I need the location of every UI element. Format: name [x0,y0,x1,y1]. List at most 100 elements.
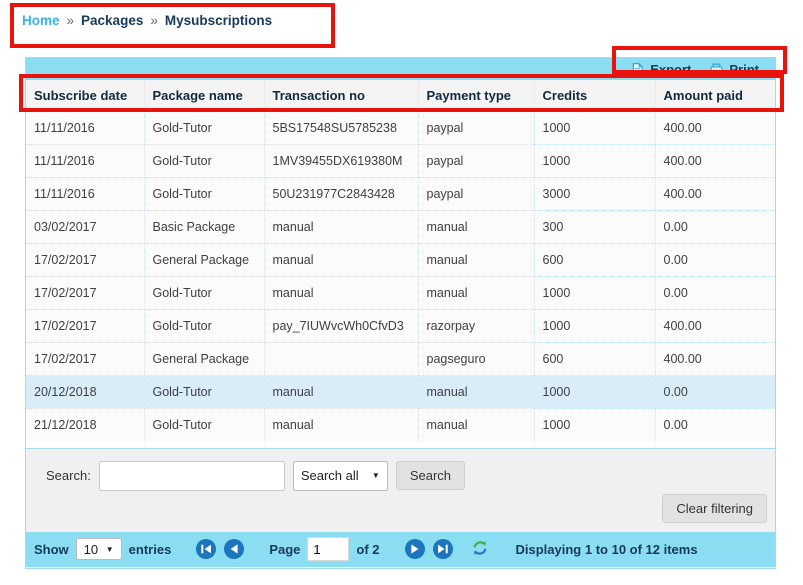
last-page-button[interactable] [432,538,454,560]
col-transaction-no[interactable]: Transaction no [264,80,418,112]
show-label: Show [34,542,69,557]
table-cell: 600 [534,343,655,376]
table-cell: 400.00 [655,112,775,145]
export-button[interactable]: Export [630,62,691,77]
col-subscribe-date[interactable]: Subscribe date [26,80,144,112]
table-row[interactable]: 21/12/2018Gold-Tutormanualmanual10000.00 [26,409,775,442]
table-cell: 1000 [534,145,655,178]
clear-filtering-button[interactable]: Clear filtering [662,494,767,523]
table-cell: manual [264,376,418,409]
table-cell: manual [418,244,534,277]
col-package-name[interactable]: Package name [144,80,264,112]
breadcrumb-home-link[interactable]: Home [22,13,60,28]
table-cell: 03/02/2017 [26,211,144,244]
table-row[interactable]: 17/02/2017General Package pagseguro600400… [26,343,775,376]
table-cell: 11/11/2016 [26,178,144,211]
breadcrumb-separator: » [150,13,158,28]
of-total-pages-label: of 2 [356,542,379,557]
table-cell: 0.00 [655,409,775,442]
table-cell: Gold-Tutor [144,409,264,442]
col-amount-paid[interactable]: Amount paid [655,80,775,112]
printer-icon [709,62,724,77]
table-cell: 17/02/2017 [26,343,144,376]
table-header: Subscribe date Package name Transaction … [26,80,775,112]
table-cell: pay_7IUWvcWh0CfvD3 [264,310,418,343]
previous-page-button[interactable] [223,538,245,560]
table-cell: 1000 [534,112,655,145]
table-cell: 0.00 [655,244,775,277]
table-cell: 11/11/2016 [26,145,144,178]
table-cell: 1000 [534,310,655,343]
table-row[interactable]: 11/11/2016Gold-Tutor1MV39455DX619380Mpay… [26,145,775,178]
table-body: 11/11/2016Gold-Tutor5BS17548SU5785238pay… [26,112,775,442]
table-row[interactable]: 17/02/2017General Packagemanualmanual600… [26,244,775,277]
first-page-button[interactable] [195,538,217,560]
table-cell: Gold-Tutor [144,376,264,409]
table-cell: Gold-Tutor [144,178,264,211]
table-row[interactable]: 03/02/2017Basic Packagemanualmanual3000.… [26,211,775,244]
table-cell: 21/12/2018 [26,409,144,442]
next-page-button[interactable] [404,538,426,560]
table-cell: Basic Package [144,211,264,244]
my-subscriptions-page: Home»Packages»Mysubscriptions Export Pri… [0,0,803,585]
table-cell: General Package [144,343,264,376]
table-toolbar: Export Print [26,58,775,80]
table-cell: 20/12/2018 [26,376,144,409]
col-payment-type[interactable]: Payment type [418,80,534,112]
table-cell: Gold-Tutor [144,112,264,145]
table-cell: manual [264,277,418,310]
table-cell: 0.00 [655,277,775,310]
breadcrumb-separator: » [67,13,75,28]
table-cell: manual [264,244,418,277]
refresh-button[interactable] [470,538,492,560]
table-row[interactable]: 11/11/2016Gold-Tutor5BS17548SU5785238pay… [26,112,775,145]
table-cell: 400.00 [655,310,775,343]
print-button[interactable]: Print [709,62,759,77]
table-cell: manual [418,376,534,409]
table-cell: 17/02/2017 [26,277,144,310]
table-cell: paypal [418,178,534,211]
breadcrumb-packages-link[interactable]: Packages [81,13,143,28]
table-cell: 3000 [534,178,655,211]
entries-per-page-select[interactable]: 10 ▼ [76,538,122,560]
table-cell: 0.00 [655,211,775,244]
col-credits[interactable]: Credits [534,80,655,112]
table-cell: paypal [418,112,534,145]
table-cell: Gold-Tutor [144,310,264,343]
entries-label: entries [129,542,172,557]
table-cell: 11/11/2016 [26,112,144,145]
table-cell: manual [418,277,534,310]
table-cell: manual [418,409,534,442]
search-filter-select[interactable]: Search all ▼ [293,461,388,491]
table-row[interactable]: 20/12/2018Gold-Tutormanualmanual10000.00 [26,376,775,409]
search-input[interactable] [99,461,285,491]
subscriptions-table: Subscribe date Package name Transaction … [26,80,775,442]
table-cell: 0.00 [655,376,775,409]
table-cell: manual [264,211,418,244]
page-number-input[interactable] [307,537,349,561]
table-cell: Gold-Tutor [144,145,264,178]
table-cell: 1MV39455DX619380M [264,145,418,178]
search-row: Search: Search all ▼ Search [46,461,775,491]
table-cell: 600 [534,244,655,277]
table-cell: 17/02/2017 [26,244,144,277]
export-document-icon [630,62,645,77]
table-cell: 400.00 [655,145,775,178]
print-label: Print [729,62,759,77]
table-cell: General Package [144,244,264,277]
table-cell: manual [418,211,534,244]
search-button[interactable]: Search [396,461,465,490]
table-cell: 400.00 [655,343,775,376]
table-cell: 300 [534,211,655,244]
table-cell: pagseguro [418,343,534,376]
table-cell: 1000 [534,409,655,442]
table-row[interactable]: 17/02/2017Gold-Tutorpay_7IUWvcWh0CfvD3ra… [26,310,775,343]
table-row[interactable]: 17/02/2017Gold-Tutormanualmanual10000.00 [26,277,775,310]
search-filter-value: Search all [301,468,359,483]
entries-per-page-value: 10 [84,542,98,557]
page-label: Page [269,542,300,557]
table-cell: razorpay [418,310,534,343]
caret-down-icon: ▼ [372,471,380,480]
table-cell: manual [264,409,418,442]
table-row[interactable]: 11/11/2016Gold-Tutor50U231977C2843428pay… [26,178,775,211]
